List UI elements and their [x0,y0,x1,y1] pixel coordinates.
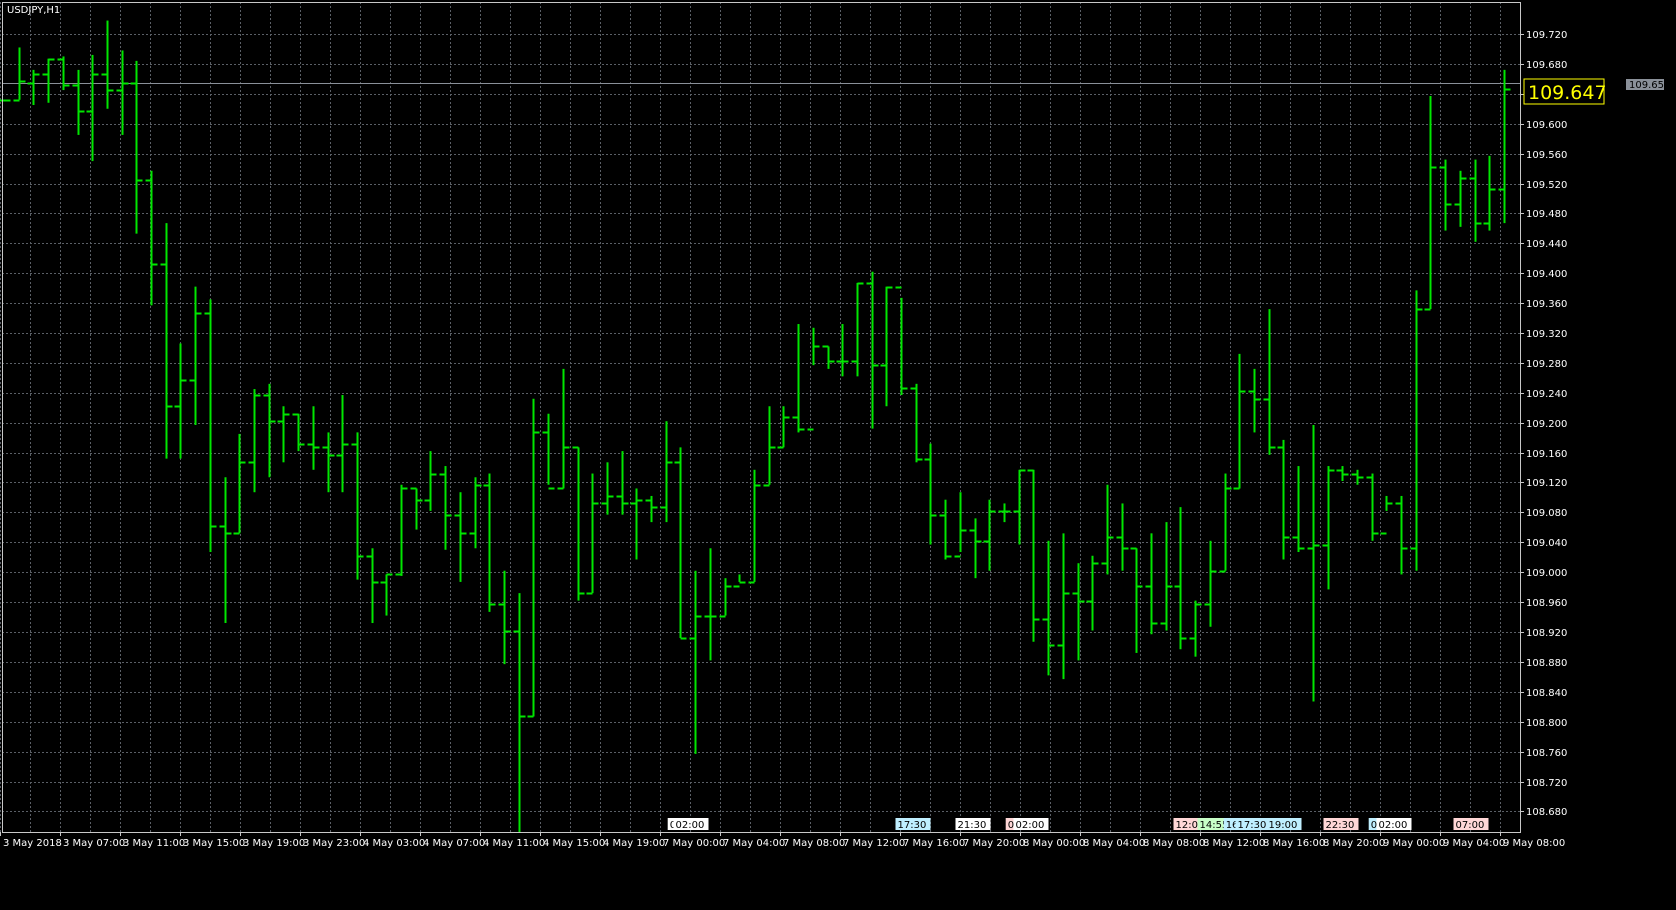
y-tick-label: 109.520 [1526,180,1567,191]
y-tick-label: 109.560 [1526,150,1567,161]
x-tick-label: 8 May 04:00 [1083,838,1145,849]
time-marker: 19:00 [1266,818,1302,831]
x-tick-label: 4 May 11:00 [483,838,545,849]
y-tick-label: 109.400 [1526,269,1567,280]
y-tick-label: 109.440 [1526,239,1567,250]
time-marker-label: 02:00 [1379,820,1408,831]
time-marker: 02:00 [1376,818,1412,831]
current-price-box: 109.647 [1523,78,1607,105]
y-tick-label: 109.240 [1526,389,1567,400]
y-tick-label: 109.200 [1526,419,1567,430]
x-tick-label: 8 May 00:00 [1023,838,1085,849]
time-marker-label: 17:30 [898,820,927,831]
x-tick-label: 3 May 07:00 [63,838,125,849]
y-tick-label: 108.880 [1526,658,1567,669]
time-marker: 02:00 [673,818,709,831]
y-tick-label: 108.960 [1526,598,1567,609]
x-tick-label: 7 May 16:00 [903,838,965,849]
time-marker: 07:00 [1453,818,1489,831]
x-tick-label: 9 May 00:00 [1383,838,1445,849]
x-tick-label: 3 May 23:00 [303,838,365,849]
y-tick-label: 108.840 [1526,688,1567,699]
y-tick-label: 109.320 [1526,329,1567,340]
x-tick-label: 4 May 03:00 [363,838,425,849]
x-tick-label: 9 May 08:00 [1503,838,1565,849]
time-marker-label: 02:00 [676,820,705,831]
time-marker-label: 19:00 [1269,820,1298,831]
x-tick-label: 8 May 08:00 [1143,838,1205,849]
y-tick-label: 108.760 [1526,748,1567,759]
x-tick-label: 4 May 15:00 [543,838,605,849]
y-tick-label: 109.600 [1526,120,1567,131]
time-marker: 22:30 [1323,818,1359,831]
y-tick-label: 108.720 [1526,778,1567,789]
time-marker: 17:30 [895,818,931,831]
x-tick-label: 3 May 15:00 [183,838,245,849]
ohlc-bar [0,99,11,102]
x-tick-label: 4 May 07:00 [423,838,485,849]
svg-text:109.655: 109.655 [1629,80,1670,91]
price-chart[interactable]: 109.720109.680109.640109.600109.560109.5… [0,0,1676,910]
time-marker: 02:00 [1013,818,1049,831]
x-tick-label: 4 May 19:00 [603,838,665,849]
symbol-title: USDJPY,H1 [7,5,60,16]
x-tick-label: 7 May 00:00 [663,838,725,849]
y-tick-label: 109.480 [1526,209,1567,220]
x-tick-label: 3 May 11:00 [123,838,185,849]
y-tick-label: 109.040 [1526,538,1567,549]
x-tick-label: 8 May 12:00 [1203,838,1265,849]
time-marker-label: 21:30 [958,820,987,831]
x-tick-label: 3 May 19:00 [243,838,305,849]
chart-background [0,0,1676,910]
x-tick-label: 8 May 20:00 [1323,838,1385,849]
y-tick-label: 109.000 [1526,568,1567,579]
y-tick-label: 108.920 [1526,628,1567,639]
time-marker-label: 22:30 [1326,820,1355,831]
time-marker-label: 17:30 [1238,820,1267,831]
x-tick-label: 7 May 08:00 [783,838,845,849]
x-tick-label: 7 May 20:00 [963,838,1025,849]
x-tick-label: 7 May 04:00 [723,838,785,849]
y-tick-label: 109.120 [1526,478,1567,489]
bid-price-tag: 109.655 [1626,79,1670,91]
y-tick-label: 109.680 [1526,60,1567,71]
y-tick-label: 109.280 [1526,359,1567,370]
x-tick-label: 8 May 16:00 [1263,838,1325,849]
time-marker-label: 02:00 [1016,820,1045,831]
y-tick-label: 108.680 [1526,807,1567,818]
x-tick-label: 9 May 04:00 [1443,838,1505,849]
x-tick-label: 7 May 12:00 [843,838,905,849]
svg-text:109.647: 109.647 [1528,82,1607,104]
y-tick-label: 109.080 [1526,508,1567,519]
time-marker: 21:30 [955,818,991,831]
y-tick-label: 109.360 [1526,299,1567,310]
y-tick-label: 109.160 [1526,449,1567,460]
x-tick-label: 3 May 2018 [3,838,62,849]
y-tick-label: 109.720 [1526,30,1567,41]
time-marker-label: 07:00 [1456,820,1485,831]
time-marker: 17:30 [1235,818,1271,831]
y-tick-label: 108.800 [1526,718,1567,729]
